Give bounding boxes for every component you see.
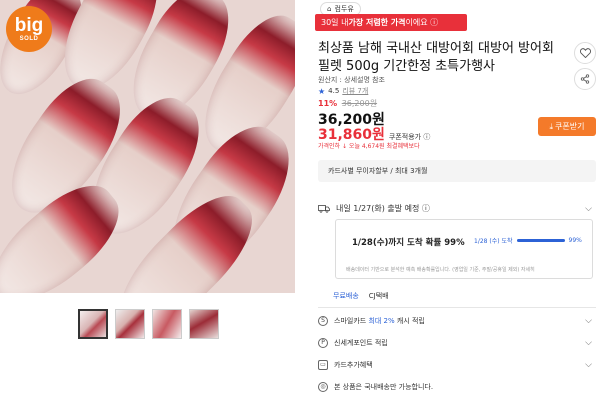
chevron-down-icon: ⌵	[585, 316, 592, 326]
rating: ★ 4.5 리뷰 7개	[318, 86, 368, 96]
arrival-mini-chart: 1/28 (수) 도착 99%	[474, 236, 582, 245]
badge-small-text: SOLD	[19, 36, 39, 42]
delivery-label: 내일 1/27(화) 출발 예정 ⓘ	[336, 204, 430, 213]
chevron-down-icon: ⌵	[585, 203, 592, 214]
download-icon: ⤓	[549, 121, 554, 131]
discount-percent: 11%	[318, 99, 338, 108]
benefit-text: 신세계포인트 적립	[334, 339, 388, 347]
share-icon	[580, 74, 590, 84]
benefit-row-card-extra[interactable]: ▭ 카드추가혜택 ⌵	[318, 356, 596, 374]
benefit-highlight: 최대 2%	[368, 317, 395, 325]
lowest-price-banner: 30일 내 가장 저렴한 가격 이에요 ⓘ	[315, 14, 467, 31]
get-coupon-button[interactable]: ⤓ 쿠폰받기	[538, 117, 596, 136]
thumbnail-3[interactable]	[152, 309, 182, 339]
divider	[318, 307, 596, 308]
origin-text: 원산지 : 상세설명 참조	[318, 76, 385, 84]
installment-info[interactable]: 카드사별 무이자할부 / 최대 3개월	[318, 160, 596, 182]
card-icon: ▭	[318, 360, 328, 370]
arrival-mini-value: 99%	[568, 237, 582, 244]
coupon-button-label: 쿠폰받기	[555, 122, 585, 131]
share-button[interactable]	[574, 68, 596, 90]
installment-text: 카드사별 무이자할부 / 최대 3개월	[328, 167, 428, 175]
store-icon: ⌂	[327, 5, 332, 13]
big-sale-badge: big SOLD	[6, 6, 52, 52]
rating-value: 4.5	[328, 87, 340, 95]
benefit-row-smilecard[interactable]: S 스마일카드 최대 2% 캐시 적립 ⌵	[318, 312, 596, 330]
benefit-text: 스마일카드 최대 2% 캐시 적립	[334, 316, 425, 326]
benefit-text: 카드추가혜택	[334, 361, 373, 369]
heart-icon	[579, 48, 591, 58]
product-title: 최상품 남해 국내산 대방어회 대방어 방어회 필렛 500g 기간한정 초특가…	[318, 41, 554, 74]
notice-text: 본 상품은 국내배송만 가능합니다.	[334, 383, 434, 391]
arrival-note: 배송데이터 기반으로 분석한 예측 배송확률입니다. (영업일 기준, 주말/공…	[346, 267, 535, 273]
thumbnail-2[interactable]	[115, 309, 145, 339]
free-shipping-tag: 무료배송	[333, 292, 359, 300]
thumbnail-strip	[78, 309, 219, 339]
badge-big-text: big	[14, 15, 44, 36]
original-price: 36,200원	[341, 99, 378, 108]
seller-name: 컴두유	[334, 5, 354, 13]
delivery-row[interactable]: 내일 1/27(화) 출발 예정 ⓘ ⌵	[318, 203, 596, 214]
globe-icon: ◎	[318, 382, 328, 392]
benefit-text-a: 스마일카드	[334, 317, 369, 325]
arrival-probability-bar	[516, 239, 565, 242]
arrival-mini-label: 1/28 (수) 도착	[474, 238, 513, 245]
product-info-panel: ⌂ 컴두유 30일 내 가장 저렴한 가격 이에요 ⓘ 최상품 남해 국내산 대…	[315, 0, 600, 400]
benefit-text-b: 캐시 적립	[394, 317, 425, 325]
price-drop-note: 가격인하 ↓ 오늘 4,674원 최결혜택보다	[318, 143, 420, 150]
arrival-probability-box: 1/28(수)까지 도착 확률 99% 1/28 (수) 도착 99% 배송데이…	[335, 219, 593, 279]
chevron-down-icon: ⌵	[585, 338, 592, 348]
promo-prefix: 30일 내	[321, 18, 349, 27]
point-icon: P	[318, 338, 328, 348]
truck-icon	[318, 205, 330, 213]
arrival-probability-text: 1/28(수)까지 도착 확률 99%	[352, 238, 465, 248]
smilecard-icon: S	[318, 316, 328, 326]
chevron-down-icon: ⌵	[585, 360, 592, 370]
promo-bold: 가장 저렴한 가격	[348, 18, 406, 27]
shipping-tags: 무료배송 CJ택배	[333, 291, 389, 301]
star-icon: ★	[318, 86, 326, 96]
product-main-image[interactable]: big SOLD	[0, 0, 295, 293]
domestic-shipping-notice: ◎ 본 상품은 국내배송만 가능합니다.	[318, 378, 596, 396]
thumbnail-4[interactable]	[189, 309, 219, 339]
thumbnail-1[interactable]	[78, 309, 108, 339]
promo-suffix: 이에요 ⓘ	[405, 18, 439, 27]
benefit-row-shinsegae-point[interactable]: P 신세계포인트 적립 ⌵	[318, 334, 596, 352]
wishlist-button[interactable]	[574, 42, 596, 64]
discount-line: 11% 36,200원	[318, 98, 377, 109]
reviews-link[interactable]: 리뷰 7개	[342, 86, 368, 96]
carrier-tag: CJ택배	[368, 292, 389, 300]
